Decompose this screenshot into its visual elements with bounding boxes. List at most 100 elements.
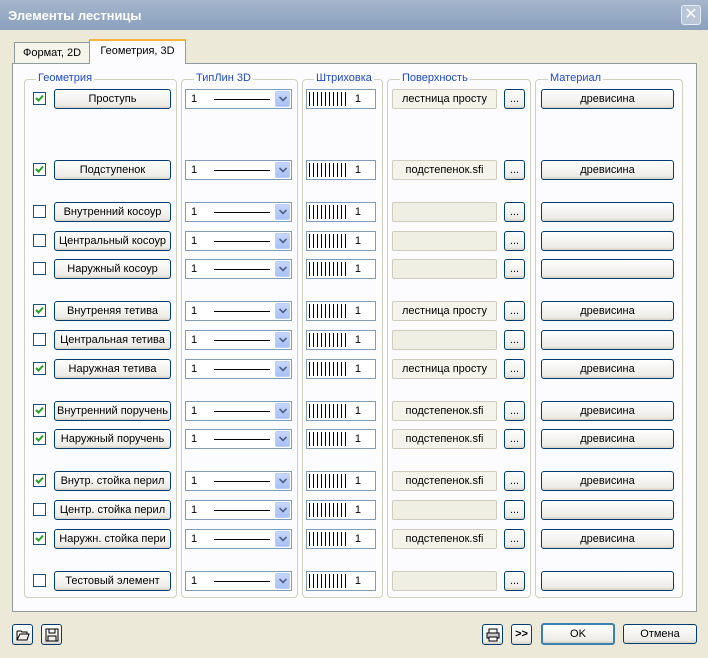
surface-browse-button[interactable]: ... <box>504 529 525 549</box>
linetype-select[interactable]: 1 <box>185 259 292 279</box>
surface-browse-button[interactable]: ... <box>504 330 525 350</box>
surface-field[interactable]: подстепенок.sfi <box>392 401 497 421</box>
linetype-select[interactable]: 1 <box>185 359 292 379</box>
surface-field[interactable]: подстепенок.sfi <box>392 429 497 449</box>
linetype-select[interactable]: 1 <box>185 202 292 222</box>
element-name-button[interactable]: Наружный косоур <box>54 259 171 279</box>
row-checkbox[interactable] <box>33 262 46 275</box>
row-checkbox[interactable] <box>33 234 46 247</box>
surface-browse-button[interactable]: ... <box>504 471 525 491</box>
surface-browse-button[interactable]: ... <box>504 301 525 321</box>
element-name-button[interactable]: Подступенок <box>54 160 171 180</box>
surface-browse-button[interactable]: ... <box>504 89 525 109</box>
linetype-select[interactable]: 1 <box>185 500 292 520</box>
hatch-field[interactable]: 1 <box>306 401 376 421</box>
dropdown-button[interactable] <box>275 573 290 589</box>
row-checkbox[interactable] <box>33 532 46 545</box>
hatch-field[interactable]: 1 <box>306 330 376 350</box>
row-checkbox[interactable] <box>33 163 46 176</box>
linetype-select[interactable]: 1 <box>185 301 292 321</box>
ok-button[interactable]: OK <box>541 623 615 645</box>
row-checkbox[interactable] <box>33 574 46 587</box>
surface-field[interactable]: подстепенок.sfi <box>392 471 497 491</box>
element-name-button[interactable]: Центральная тетива <box>54 330 171 350</box>
element-name-button[interactable]: Проступь <box>54 89 171 109</box>
dropdown-button[interactable] <box>275 473 290 489</box>
open-button[interactable] <box>12 624 33 645</box>
hatch-field[interactable]: 1 <box>306 529 376 549</box>
linetype-select[interactable]: 1 <box>185 429 292 449</box>
element-name-button[interactable]: Наружн. стойка пери <box>54 529 171 549</box>
hatch-field[interactable]: 1 <box>306 471 376 491</box>
hatch-field[interactable]: 1 <box>306 571 376 591</box>
surface-field[interactable] <box>392 202 497 222</box>
element-name-button[interactable]: Внутр. стойка перил <box>54 471 171 491</box>
material-button[interactable]: древисина <box>541 359 674 379</box>
material-button[interactable]: древисина <box>541 89 674 109</box>
material-button[interactable]: древисина <box>541 529 674 549</box>
dropdown-button[interactable] <box>275 361 290 377</box>
dropdown-button[interactable] <box>275 431 290 447</box>
hatch-field[interactable]: 1 <box>306 231 376 251</box>
row-checkbox[interactable] <box>33 503 46 516</box>
linetype-select[interactable]: 1 <box>185 401 292 421</box>
element-name-button[interactable]: Внутреняя тетива <box>54 301 171 321</box>
tab-format-2d[interactable]: Формат, 2D <box>14 42 90 64</box>
dropdown-button[interactable] <box>275 403 290 419</box>
element-name-button[interactable]: Центр. стойка перил <box>54 500 171 520</box>
dropdown-button[interactable] <box>275 303 290 319</box>
surface-browse-button[interactable]: ... <box>504 359 525 379</box>
element-name-button[interactable]: Наружная тетива <box>54 359 171 379</box>
material-button[interactable] <box>541 259 674 279</box>
surface-browse-button[interactable]: ... <box>504 429 525 449</box>
surface-browse-button[interactable]: ... <box>504 571 525 591</box>
tab-geometry-3d[interactable]: Геометрия, 3D <box>89 39 186 64</box>
row-checkbox[interactable] <box>33 474 46 487</box>
surface-field[interactable] <box>392 500 497 520</box>
linetype-select[interactable]: 1 <box>185 330 292 350</box>
expand-button[interactable]: >> <box>511 624 532 645</box>
dropdown-button[interactable] <box>275 531 290 547</box>
hatch-field[interactable]: 1 <box>306 500 376 520</box>
surface-field[interactable] <box>392 571 497 591</box>
material-button[interactable]: древисина <box>541 160 674 180</box>
close-button[interactable]: ✕ <box>681 5 701 25</box>
surface-field[interactable]: лестница просту <box>392 301 497 321</box>
surface-browse-button[interactable]: ... <box>504 500 525 520</box>
material-button[interactable]: древисина <box>541 401 674 421</box>
linetype-select[interactable]: 1 <box>185 231 292 251</box>
surface-browse-button[interactable]: ... <box>504 231 525 251</box>
dropdown-button[interactable] <box>275 204 290 220</box>
linetype-select[interactable]: 1 <box>185 529 292 549</box>
surface-browse-button[interactable]: ... <box>504 401 525 421</box>
row-checkbox[interactable] <box>33 404 46 417</box>
row-checkbox[interactable] <box>33 432 46 445</box>
hatch-field[interactable]: 1 <box>306 359 376 379</box>
surface-field[interactable] <box>392 330 497 350</box>
cancel-button[interactable]: Отмена <box>623 624 697 644</box>
material-button[interactable] <box>541 571 674 591</box>
element-name-button[interactable]: Тестовый элемент <box>54 571 171 591</box>
material-button[interactable]: древисина <box>541 429 674 449</box>
hatch-field[interactable]: 1 <box>306 160 376 180</box>
row-checkbox[interactable] <box>33 333 46 346</box>
hatch-field[interactable]: 1 <box>306 301 376 321</box>
material-button[interactable] <box>541 330 674 350</box>
dropdown-button[interactable] <box>275 91 290 107</box>
material-button[interactable] <box>541 231 674 251</box>
row-checkbox[interactable] <box>33 362 46 375</box>
hatch-field[interactable]: 1 <box>306 259 376 279</box>
linetype-select[interactable]: 1 <box>185 160 292 180</box>
material-button[interactable] <box>541 500 674 520</box>
title-bar[interactable]: Элементы лестницы ✕ <box>0 0 708 30</box>
surface-browse-button[interactable]: ... <box>504 202 525 222</box>
surface-field[interactable] <box>392 259 497 279</box>
surface-field[interactable]: подстепенок.sfi <box>392 529 497 549</box>
element-name-button[interactable]: Центральный косоур <box>54 231 171 251</box>
row-checkbox[interactable] <box>33 92 46 105</box>
element-name-button[interactable]: Внутренний поручень <box>54 401 171 421</box>
material-button[interactable]: древисина <box>541 471 674 491</box>
hatch-field[interactable]: 1 <box>306 89 376 109</box>
row-checkbox[interactable] <box>33 304 46 317</box>
element-name-button[interactable]: Наружный поручень <box>54 429 171 449</box>
